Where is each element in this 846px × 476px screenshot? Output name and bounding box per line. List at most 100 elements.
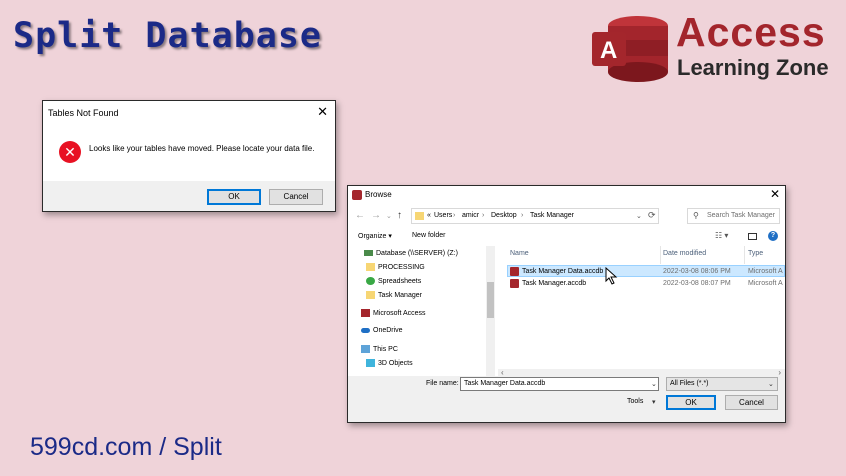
access-learning-zone-logo: A Access Learning Zone <box>592 9 837 86</box>
nav-item-database-drive[interactable]: Database (\\SERVER) (Z:) <box>364 248 458 260</box>
browse-title-bar: Browse ✕ <box>348 186 785 205</box>
cancel-button[interactable]: Cancel <box>725 395 778 410</box>
access-file-icon <box>510 266 519 278</box>
navigation-pane: Database (\\SERVER) (Z:) PROCESSING Spre… <box>348 246 496 378</box>
access-file-icon <box>510 278 519 290</box>
3d-objects-icon <box>366 359 375 368</box>
nav-item-label: Microsoft Access <box>373 310 426 317</box>
path-segment: « <box>427 212 431 219</box>
toolbar: Organize ▾ New folder ☷ ▾ ? <box>348 230 785 246</box>
address-path[interactable]: « Users › amicr › Desktop › Task Manager… <box>411 208 659 224</box>
access-app-icon <box>352 190 362 200</box>
nav-item-this-pc[interactable]: This PC <box>361 344 398 356</box>
file-type-select[interactable]: All Files (*.*) <box>666 377 778 391</box>
path-segment[interactable]: Users <box>434 212 452 219</box>
file-row[interactable]: Task Manager.accdb 2022-03-08 08:07 PM M… <box>507 278 785 290</box>
logo-word-access: Access <box>676 9 826 55</box>
chevron-down-icon: ▾ <box>652 399 656 406</box>
help-icon[interactable]: ? <box>768 231 778 241</box>
file-type: Microsoft A <box>748 280 783 287</box>
back-arrow-icon[interactable]: ← <box>355 210 365 221</box>
view-options-icon[interactable]: ☷ ▾ <box>715 231 728 240</box>
dialog-title: Tables Not Found <box>48 108 119 118</box>
column-header-date[interactable]: Date modified <box>663 250 706 257</box>
folder-icon <box>366 277 375 286</box>
search-input[interactable]: Search Task Manager <box>687 208 780 224</box>
access-icon <box>361 309 370 318</box>
file-name: Task Manager Data.accdb <box>522 268 604 275</box>
nav-item-label: Spreadsheets <box>378 278 422 285</box>
forward-arrow-icon[interactable]: → <box>371 210 381 221</box>
chevron-right-icon: › <box>521 212 524 219</box>
new-folder-button[interactable]: New folder <box>412 232 445 239</box>
nav-item-spreadsheets[interactable]: Spreadsheets <box>366 276 421 288</box>
file-list: Name ^ Date modified Type Task Manager D… <box>498 246 785 378</box>
computer-icon <box>361 345 370 354</box>
tools-button[interactable]: Tools <box>627 398 643 405</box>
logo-word-learning-zone: Learning Zone <box>677 55 829 80</box>
browse-title: Browse <box>365 190 392 199</box>
nav-item-label: This PC <box>373 346 398 353</box>
nav-item-label: Database (\\SERVER) (Z:) <box>376 250 458 257</box>
refresh-icon[interactable]: ⟳ <box>648 210 656 221</box>
file-row-selected[interactable]: Task Manager Data.accdb 2022-03-08 08:06… <box>507 265 785 277</box>
ok-button[interactable]: OK <box>666 395 716 410</box>
path-segment[interactable]: Desktop <box>491 212 517 219</box>
column-header-name[interactable]: Name <box>510 250 529 257</box>
chevron-right-icon: › <box>453 212 456 219</box>
slide-title: Split Database <box>13 16 323 56</box>
network-drive-icon <box>364 250 373 257</box>
chevron-down-icon: ⌄ <box>768 381 774 388</box>
organize-button[interactable]: Organize ▾ <box>358 232 392 240</box>
chevron-down-icon[interactable]: ⌄ <box>636 212 642 220</box>
chevron-right-icon: › <box>482 212 485 219</box>
chevron-down-icon: ⌄ <box>651 381 657 388</box>
logo-letter: A <box>600 37 617 64</box>
path-segment[interactable]: Task Manager <box>530 212 574 219</box>
file-name-label: File name: <box>426 380 459 387</box>
file-name: Task Manager.accdb <box>522 280 587 287</box>
file-date: 2022-03-08 08:07 PM <box>663 280 731 287</box>
close-icon[interactable]: ✕ <box>317 104 328 120</box>
file-name-input[interactable]: Task Manager Data.accdb <box>460 377 659 391</box>
close-icon[interactable]: ✕ <box>770 187 780 201</box>
column-header-type[interactable]: Type <box>748 250 763 257</box>
nav-item-label: PROCESSING <box>378 264 425 271</box>
path-segment[interactable]: amicr <box>462 212 479 219</box>
column-divider <box>744 246 745 264</box>
column-divider <box>660 246 661 264</box>
file-type: Microsoft A <box>748 268 783 275</box>
mouse-cursor-icon <box>605 267 618 285</box>
file-date: 2022-03-08 08:06 PM <box>663 268 731 275</box>
dialog-message: Looks like your tables have moved. Pleas… <box>89 144 315 153</box>
address-bar-row: ← → ⌄ ↑ « Users › amicr › Desktop › Task… <box>348 206 785 226</box>
nav-item-label: Task Manager <box>378 292 422 299</box>
nav-item-label: OneDrive <box>373 327 403 334</box>
sort-arrow-icon: ^ <box>580 246 583 249</box>
error-icon: ✕ <box>59 141 81 163</box>
nav-item-microsoft-access[interactable]: Microsoft Access <box>361 308 426 320</box>
folder-icon <box>366 291 375 300</box>
ok-button[interactable]: OK <box>207 189 261 205</box>
nav-scrollbar[interactable] <box>486 246 495 378</box>
nav-item-3d-objects[interactable]: 3D Objects <box>366 358 413 370</box>
nav-item-onedrive[interactable]: OneDrive <box>361 325 403 337</box>
cancel-button[interactable]: Cancel <box>269 189 323 205</box>
folder-icon <box>366 263 375 272</box>
nav-item-processing[interactable]: PROCESSING <box>366 262 425 274</box>
scrollbar-thumb[interactable] <box>487 282 494 318</box>
up-arrow-icon[interactable]: ↑ <box>397 210 402 221</box>
preview-pane-icon[interactable] <box>748 233 757 240</box>
access-logo-icon: A <box>592 16 668 82</box>
recent-dropdown-icon[interactable]: ⌄ <box>386 212 392 220</box>
cloud-icon <box>361 327 370 333</box>
folder-icon <box>415 212 424 220</box>
search-icon: ⚲ <box>693 211 699 220</box>
nav-item-task-manager[interactable]: Task Manager <box>366 290 422 302</box>
browse-dialog: Browse ✕ ← → ⌄ ↑ « Users › amicr › Deskt… <box>347 185 786 423</box>
tables-not-found-dialog: Tables Not Found ✕ ✕ Looks like your tab… <box>42 100 336 212</box>
dialog-button-bar: OK Cancel <box>43 181 335 211</box>
browse-bottom-pane: File name: Task Manager Data.accdb ⌄ All… <box>348 376 785 422</box>
footer-url: 599cd.com / Split <box>30 433 222 461</box>
nav-item-label: 3D Objects <box>378 360 413 367</box>
